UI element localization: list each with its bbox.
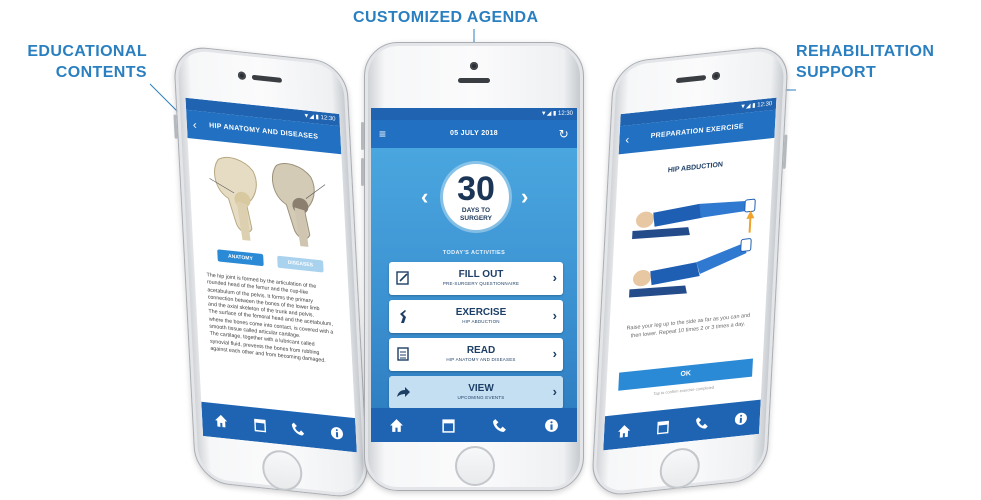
exercise-icon — [400, 310, 406, 323]
card-title: EXERCISE — [455, 307, 507, 318]
counter-label-line: SURGERY — [460, 215, 492, 222]
calendar-icon[interactable] — [435, 412, 461, 438]
phone-screen: ▼◢ ▮ 12:30 ≡ 05 JULY 2018 ↻ ‹ 30 DAYS TO… — [371, 108, 577, 442]
refresh-icon[interactable]: ↻ — [559, 120, 569, 148]
header-title: PREPARATION EXERCISE — [650, 123, 744, 141]
days-to-surgery-counter: 30 DAYS TO SURGERY — [443, 164, 509, 230]
phone-icon[interactable] — [688, 409, 715, 438]
activity-card-read[interactable]: READ HIP ANATOMY AND DISEASES › — [389, 338, 563, 371]
home-icon[interactable] — [208, 406, 235, 435]
phone-icon[interactable] — [285, 415, 312, 444]
chevron-right-icon: › — [552, 384, 557, 399]
menu-icon[interactable]: ≡ — [379, 120, 386, 148]
days-count: 30 — [457, 170, 495, 208]
activity-card-view[interactable]: VIEW UPCOMING EVENTS › — [389, 376, 563, 409]
share-icon — [397, 387, 410, 397]
app-header: ≡ 05 JULY 2018 ↻ — [371, 120, 577, 148]
next-day-chevron-icon[interactable]: › — [521, 186, 528, 208]
agenda-date: 05 JULY 2018 — [450, 130, 498, 137]
counter-label-line: DAYS TO — [461, 207, 491, 214]
back-chevron-icon[interactable]: ‹ — [192, 110, 198, 139]
card-title: VIEW — [468, 383, 494, 394]
previous-day-chevron-icon[interactable]: ‹ — [421, 186, 428, 208]
activities-title: TODAY'S ACTIVITIES — [442, 250, 506, 256]
phone-screen: ▼◢ ▮ 12:30 ‹ HIP ANATOMY AND DISEASES AN… — [185, 97, 357, 453]
phone-screen: ▼◢ ▮ 12:30 ‹ PREPARATION EXERCISE HIP AB… — [603, 97, 777, 451]
exercise-instructions: Raise your leg up to the side as far as … — [621, 312, 756, 341]
book-icon — [397, 347, 409, 361]
header-title: HIP ANATOMY AND DISEASES — [208, 122, 319, 141]
home-icon[interactable] — [610, 417, 637, 446]
card-subtitle: UPCOMING EVENTS — [457, 395, 505, 400]
calendar-icon[interactable] — [246, 411, 273, 440]
exercise-title: HIP ABDUCTION — [667, 161, 724, 175]
home-button[interactable] — [455, 446, 495, 486]
volume-button — [361, 122, 364, 150]
info-icon[interactable] — [323, 419, 350, 448]
calendar-icon[interactable] — [649, 413, 676, 442]
exercise-illustration — [629, 198, 756, 298]
camera — [237, 71, 247, 81]
volume-button — [361, 158, 364, 186]
form-icon — [396, 271, 409, 285]
speaker — [458, 78, 490, 83]
anatomy-text: The hip joint is formed by the articulat… — [206, 272, 342, 367]
camera — [470, 62, 478, 70]
card-subtitle: PRE-SURGERY QUESTIONNAIRE — [442, 281, 520, 286]
activity-card-fill-out[interactable]: FILL OUT PRE-SURGERY QUESTIONNAIRE › — [389, 262, 563, 295]
card-title: READ — [466, 345, 496, 356]
info-icon[interactable] — [538, 412, 564, 438]
chevron-right-icon: › — [552, 308, 557, 323]
phone-left: ▼◢ ▮ 12:30 ‹ HIP ANATOMY AND DISEASES AN… — [172, 44, 370, 500]
card-subtitle: HIP ANATOMY AND DISEASES — [446, 357, 516, 362]
activity-card-exercise[interactable]: EXERCISE HIP ABDUCTION › — [389, 300, 563, 333]
phone-right: ▼◢ ▮ 12:30 ‹ PREPARATION EXERCISE HIP AB… — [590, 44, 790, 498]
chevron-right-icon: › — [552, 270, 557, 285]
card-subtitle: HIP ABDUCTION — [462, 319, 500, 324]
back-chevron-icon[interactable]: ‹ — [625, 125, 631, 154]
chevron-right-icon: › — [552, 346, 557, 361]
tab-bar — [371, 408, 577, 442]
hip-anatomy-illustration — [209, 156, 326, 247]
home-icon[interactable] — [384, 412, 410, 438]
phone-center: ▼◢ ▮ 12:30 ≡ 05 JULY 2018 ↻ ‹ 30 DAYS TO… — [361, 42, 584, 491]
tab-diseases[interactable]: DISEASES — [277, 255, 324, 273]
status-bar: ▼◢ ▮ 12:30 — [371, 108, 577, 120]
tab-anatomy[interactable]: ANATOMY — [217, 249, 264, 267]
phone-icon[interactable] — [487, 412, 513, 438]
info-icon[interactable] — [727, 404, 754, 433]
card-title: FILL OUT — [458, 269, 504, 280]
